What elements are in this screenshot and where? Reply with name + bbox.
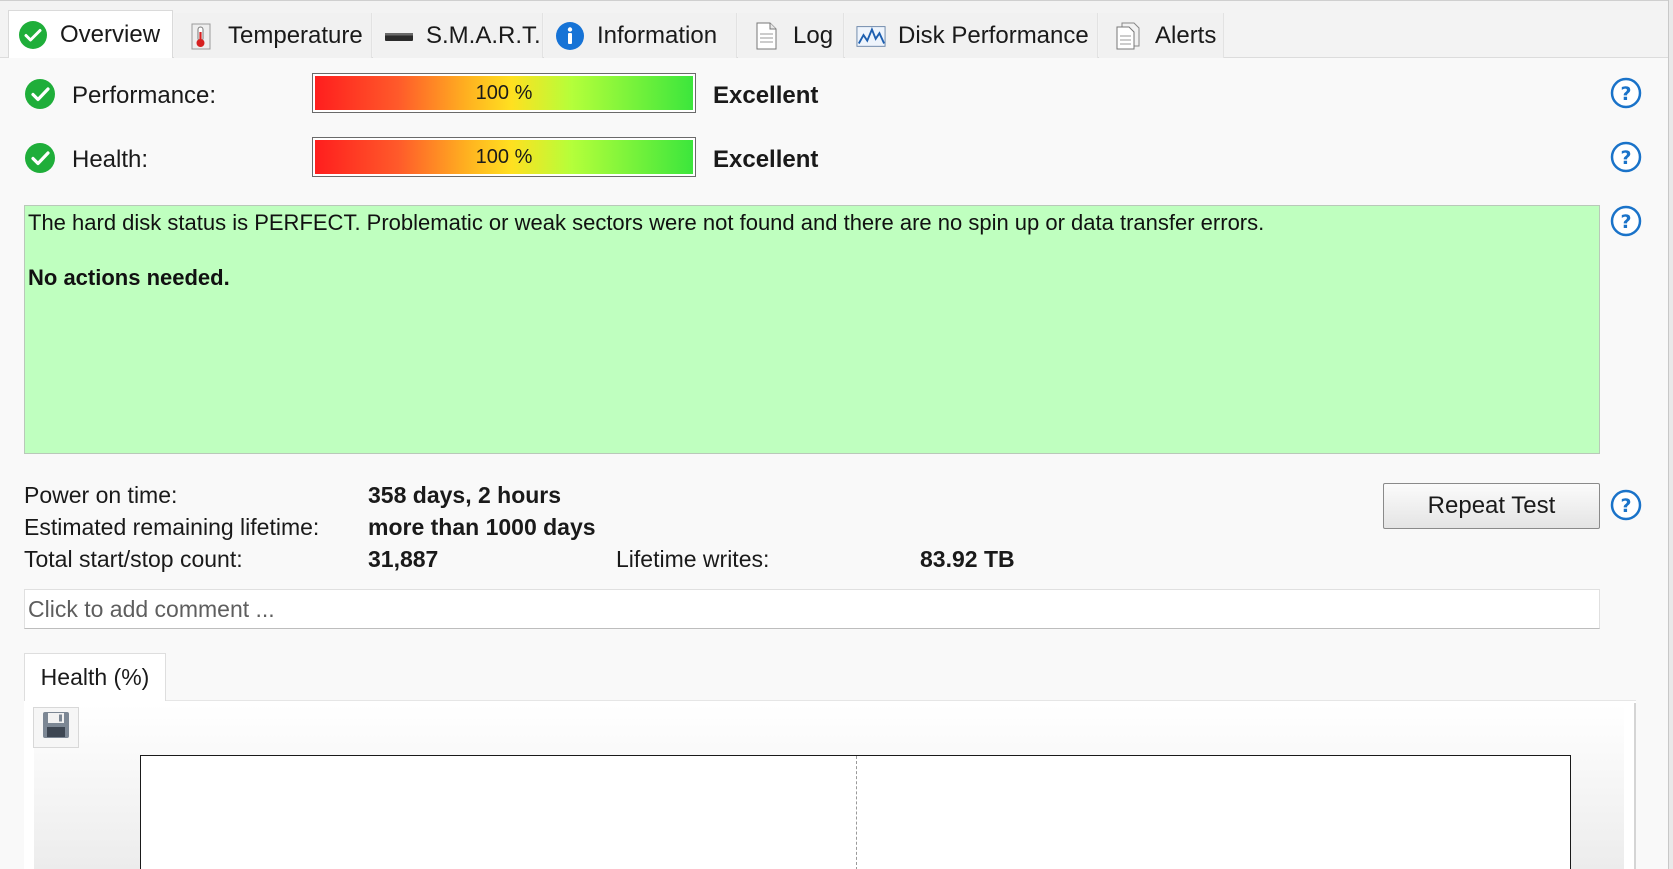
- tab-bar: Overview Temperature S.M.A.R.T. Informat…: [0, 0, 1673, 58]
- tab-label: Alerts: [1155, 21, 1217, 49]
- floppy-disk-icon: [41, 710, 71, 745]
- performance-bar: 100 %: [312, 73, 696, 113]
- thermometer-icon: [186, 21, 216, 51]
- tab-label: Log: [793, 21, 834, 49]
- performance-ok-icon: [24, 78, 56, 110]
- lifetime-writes-value: 83.92 TB: [920, 546, 1015, 572]
- health-rating: Excellent: [713, 146, 819, 173]
- health-label: Health:: [72, 146, 149, 173]
- performance-rating: Excellent: [713, 82, 819, 109]
- performance-value: 100 %: [475, 81, 533, 104]
- svg-text:?: ?: [1620, 83, 1631, 105]
- repeat-test-button[interactable]: Repeat Test: [1383, 483, 1600, 529]
- alerts-document-icon: [1113, 21, 1143, 51]
- tab-label: Overview: [60, 20, 161, 48]
- save-chart-button[interactable]: [33, 707, 79, 748]
- window-right-edge: [1668, 0, 1673, 869]
- chart-tab-label: Health (%): [40, 664, 150, 690]
- performance-help-icon[interactable]: ?: [1610, 77, 1642, 109]
- status-message-box: The hard disk status is PERFECT. Problem…: [24, 205, 1600, 454]
- svg-text:?: ?: [1620, 147, 1631, 169]
- performance-chart-icon: [856, 21, 886, 51]
- health-bar: 100 %: [312, 137, 696, 177]
- tab-temperature[interactable]: Temperature: [174, 13, 372, 58]
- startstop-label: Total start/stop count:: [24, 546, 243, 572]
- tab-information[interactable]: Information: [544, 13, 737, 58]
- check-circle-icon: [18, 20, 48, 50]
- tab-overview[interactable]: Overview: [8, 10, 173, 58]
- performance-bar-fill: 100 %: [315, 76, 693, 110]
- tab-alerts[interactable]: Alerts: [1099, 13, 1224, 58]
- status-message: The hard disk status is PERFECT. Problem…: [28, 210, 1265, 235]
- tab-smart[interactable]: S.M.A.R.T.: [373, 13, 543, 58]
- repeat-test-help-icon[interactable]: ?: [1610, 489, 1642, 521]
- health-chart-plot: [140, 755, 1571, 869]
- info-icon: [555, 21, 585, 51]
- lifetime-label: Estimated remaining lifetime:: [24, 514, 320, 540]
- lifetime-writes-label: Lifetime writes:: [616, 546, 770, 572]
- drive-icon: [384, 21, 414, 51]
- lifetime-value: more than 1000 days: [368, 514, 596, 540]
- performance-label: Performance:: [72, 82, 217, 109]
- tab-disk-performance[interactable]: Disk Performance: [845, 13, 1098, 58]
- chart-panel-border: [1634, 703, 1636, 869]
- chart-gridline: [856, 756, 857, 869]
- health-ok-icon: [24, 142, 56, 174]
- status-action: No actions needed.: [28, 265, 230, 290]
- document-icon: [751, 21, 781, 51]
- tab-health-chart[interactable]: Health (%): [24, 653, 166, 701]
- svg-text:?: ?: [1620, 495, 1631, 517]
- health-help-icon[interactable]: ?: [1610, 141, 1642, 173]
- tab-label: S.M.A.R.T.: [426, 21, 541, 49]
- startstop-value: 31,887: [368, 546, 439, 572]
- tab-log[interactable]: Log: [738, 13, 844, 58]
- health-bar-fill: 100 %: [315, 140, 693, 174]
- tab-label: Information: [597, 21, 718, 49]
- power-on-value: 358 days, 2 hours: [368, 482, 562, 508]
- power-on-label: Power on time:: [24, 482, 178, 508]
- svg-text:?: ?: [1620, 211, 1631, 233]
- tab-label: Disk Performance: [898, 21, 1089, 49]
- status-help-icon[interactable]: ?: [1610, 205, 1642, 237]
- health-value: 100 %: [475, 145, 533, 168]
- tab-label: Temperature: [228, 21, 363, 49]
- comment-input[interactable]: [24, 589, 1600, 629]
